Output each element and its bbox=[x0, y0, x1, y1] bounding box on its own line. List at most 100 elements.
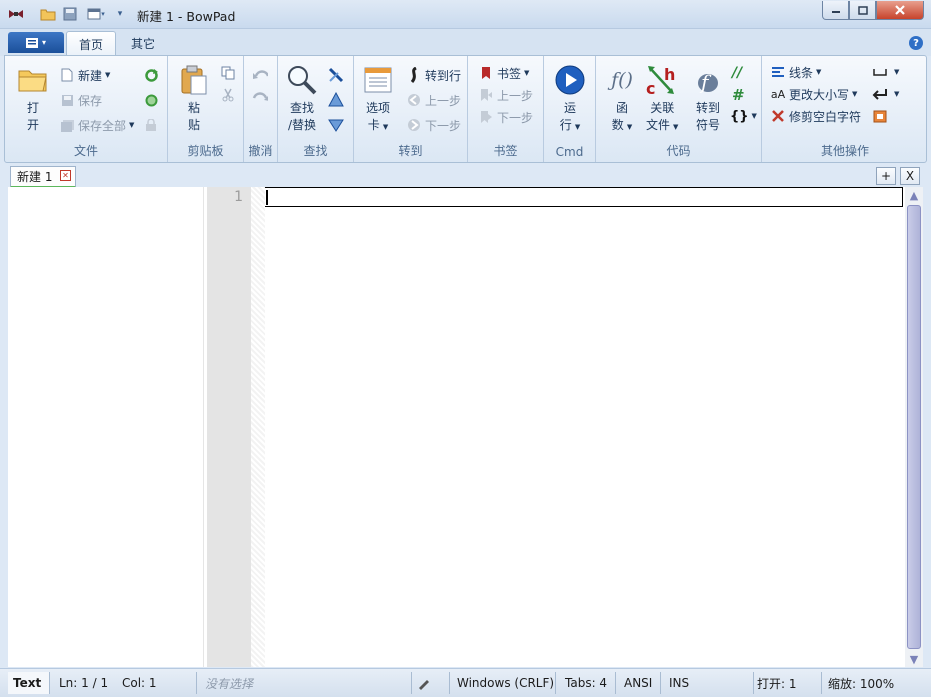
arrow-right-circle-icon bbox=[406, 117, 422, 133]
status-selection: 没有选择 bbox=[200, 672, 412, 694]
whitespace-button[interactable]: ▼ bbox=[872, 63, 899, 81]
group-file: 打 开 新建 ▼ 保存 保存全部 ▼ 文件 bbox=[5, 56, 168, 162]
group-other: 线条 ▼ aA 更改大小写 ▼ 修剪空白字符 ▼ ▼ 其他操作 bbox=[762, 56, 928, 162]
bookmark-next-button[interactable]: 下一步 bbox=[478, 108, 533, 126]
tabs-menu-button[interactable]: 选项 卡 ▼ bbox=[362, 64, 394, 136]
lines-button[interactable]: 线条 ▼ bbox=[770, 63, 821, 81]
fold-margin[interactable] bbox=[251, 187, 265, 667]
save-icon[interactable] bbox=[62, 6, 78, 22]
run-button[interactable]: 运 行 ▼ bbox=[554, 64, 586, 136]
goto-prev-label: 上一步 bbox=[425, 93, 462, 108]
new-button[interactable]: 新建 ▼ bbox=[59, 66, 110, 84]
close-tab-icon[interactable]: ✕ bbox=[60, 170, 71, 181]
svg-text:h: h bbox=[664, 65, 675, 84]
file-tree-pane[interactable] bbox=[8, 187, 204, 667]
status-lexer[interactable]: Text bbox=[8, 672, 50, 694]
chevron-down-icon: ▼ bbox=[894, 68, 900, 76]
scroll-down-icon[interactable]: ▼ bbox=[908, 653, 920, 666]
goto-symbol-button[interactable]: f 转到 符号 bbox=[692, 64, 724, 134]
help-icon[interactable]: ? bbox=[909, 36, 923, 50]
window-icon[interactable]: ▾ bbox=[84, 6, 108, 22]
tab-other-label: 其它 bbox=[131, 37, 156, 51]
comment-button[interactable]: // bbox=[732, 64, 742, 82]
save-button[interactable]: 保存 bbox=[59, 91, 102, 109]
close-all-tabs-button[interactable]: X bbox=[900, 167, 920, 185]
paste-button[interactable]: 粘 贴 bbox=[178, 64, 210, 134]
goto-symbol-label-1: 转到 bbox=[695, 101, 720, 115]
open-folder-icon[interactable] bbox=[40, 6, 56, 22]
minimize-button[interactable] bbox=[822, 1, 849, 20]
cut-button[interactable] bbox=[220, 86, 239, 104]
bookmarks-label: 书签 bbox=[497, 66, 522, 81]
find-prev-button[interactable] bbox=[328, 91, 347, 109]
reload-button[interactable] bbox=[143, 66, 162, 84]
status-line[interactable]: Ln: 1 / 1 bbox=[54, 672, 114, 694]
find-selection-icon bbox=[328, 117, 344, 133]
status-insert-mode[interactable]: INS bbox=[664, 672, 754, 694]
stream-comment-button[interactable]: # bbox=[732, 86, 745, 104]
save-all-button[interactable]: 保存全部 ▼ bbox=[59, 116, 134, 134]
document-tab-strip: 新建 1 ✕ + X bbox=[0, 163, 931, 188]
goto-next-button[interactable]: 下一步 bbox=[406, 116, 461, 134]
related-files-button[interactable]: ch 关联 文件 ▼ bbox=[646, 64, 678, 136]
tabs-label-1: 选项 bbox=[365, 101, 390, 115]
undo-button[interactable] bbox=[252, 66, 271, 84]
functions-button[interactable]: ƒ() 函 数 ▼ bbox=[606, 64, 638, 136]
current-line[interactable] bbox=[265, 187, 903, 207]
tab-other[interactable]: 其它 bbox=[119, 31, 167, 56]
line-endings-button[interactable]: ▼ bbox=[872, 85, 899, 103]
bookmark-next-icon bbox=[478, 109, 494, 125]
status-tabs[interactable]: Tabs: 4 bbox=[560, 672, 616, 694]
status-eol[interactable]: Windows (CRLF) bbox=[452, 672, 556, 694]
goto-line-button[interactable]: 转到行 bbox=[406, 66, 461, 84]
text-caret bbox=[266, 190, 268, 205]
find-next-button[interactable] bbox=[328, 66, 347, 84]
arrow-left-circle-icon bbox=[406, 92, 422, 108]
lines-icon bbox=[770, 64, 786, 80]
braces-icon: {} bbox=[730, 108, 749, 124]
find-replace-button[interactable]: 查找 /替换 bbox=[286, 64, 318, 134]
document-tab-label: 新建 1 bbox=[17, 170, 53, 184]
change-case-button[interactable]: aA 更改大小写 ▼ bbox=[770, 85, 858, 103]
find-selection-button[interactable] bbox=[328, 116, 347, 134]
group-clipboard-label: 剪贴板 bbox=[187, 144, 224, 158]
redo-button[interactable] bbox=[252, 88, 271, 106]
group-cmd-label: Cmd bbox=[555, 145, 584, 159]
copy-button[interactable] bbox=[220, 64, 239, 82]
run-label-2: 行 bbox=[559, 118, 572, 132]
ribbon: 打 开 新建 ▼ 保存 保存全部 ▼ 文件 粘 贴 剪贴板 撤消 查找 /替换 … bbox=[4, 55, 927, 163]
maximize-button[interactable] bbox=[849, 1, 876, 20]
status-encoding[interactable]: ANSI bbox=[619, 672, 661, 694]
bookmark-prev-button[interactable]: 上一步 bbox=[478, 86, 533, 104]
lock-button[interactable] bbox=[143, 116, 162, 134]
status-edit-icon[interactable] bbox=[412, 672, 450, 694]
close-button[interactable] bbox=[876, 1, 924, 20]
trim-whitespace-button[interactable]: 修剪空白字符 bbox=[770, 107, 861, 125]
status-column[interactable]: Col: 1 bbox=[117, 672, 197, 694]
encoding-tool-button[interactable] bbox=[872, 107, 891, 125]
related-files-icon: ch bbox=[646, 64, 678, 96]
reload-all-button[interactable] bbox=[143, 91, 162, 109]
open-button[interactable]: 打 开 bbox=[17, 64, 49, 134]
paste-label-2: 贴 bbox=[187, 118, 200, 132]
new-tab-button[interactable]: + bbox=[876, 167, 896, 185]
status-zoom[interactable]: 缩放: 100% bbox=[823, 672, 923, 694]
bookmarks-button[interactable]: 书签 ▼ bbox=[478, 64, 529, 82]
app-icon[interactable] bbox=[8, 6, 24, 22]
tab-home[interactable]: 首页 bbox=[66, 31, 117, 56]
group-code-label: 代码 bbox=[666, 144, 691, 158]
document-tab[interactable]: 新建 1 ✕ bbox=[10, 166, 76, 188]
bookmark-icon bbox=[478, 65, 494, 81]
save-all-icon bbox=[59, 117, 75, 133]
redo-icon bbox=[252, 89, 268, 105]
save-icon bbox=[59, 92, 75, 108]
customize-dropdown-icon[interactable]: ▾ bbox=[112, 6, 128, 22]
application-menu-button[interactable]: ▾ bbox=[8, 32, 64, 53]
symbol-icon: f bbox=[692, 64, 724, 96]
scroll-up-icon[interactable]: ▲ bbox=[908, 189, 920, 202]
case-icon: aA bbox=[770, 87, 786, 101]
braces-button[interactable]: {} ▼ bbox=[730, 107, 757, 125]
scrollbar-thumb[interactable] bbox=[907, 205, 921, 649]
goto-prev-button[interactable]: 上一步 bbox=[406, 91, 461, 109]
vertical-scrollbar[interactable]: ▲ ▼ bbox=[905, 187, 923, 667]
